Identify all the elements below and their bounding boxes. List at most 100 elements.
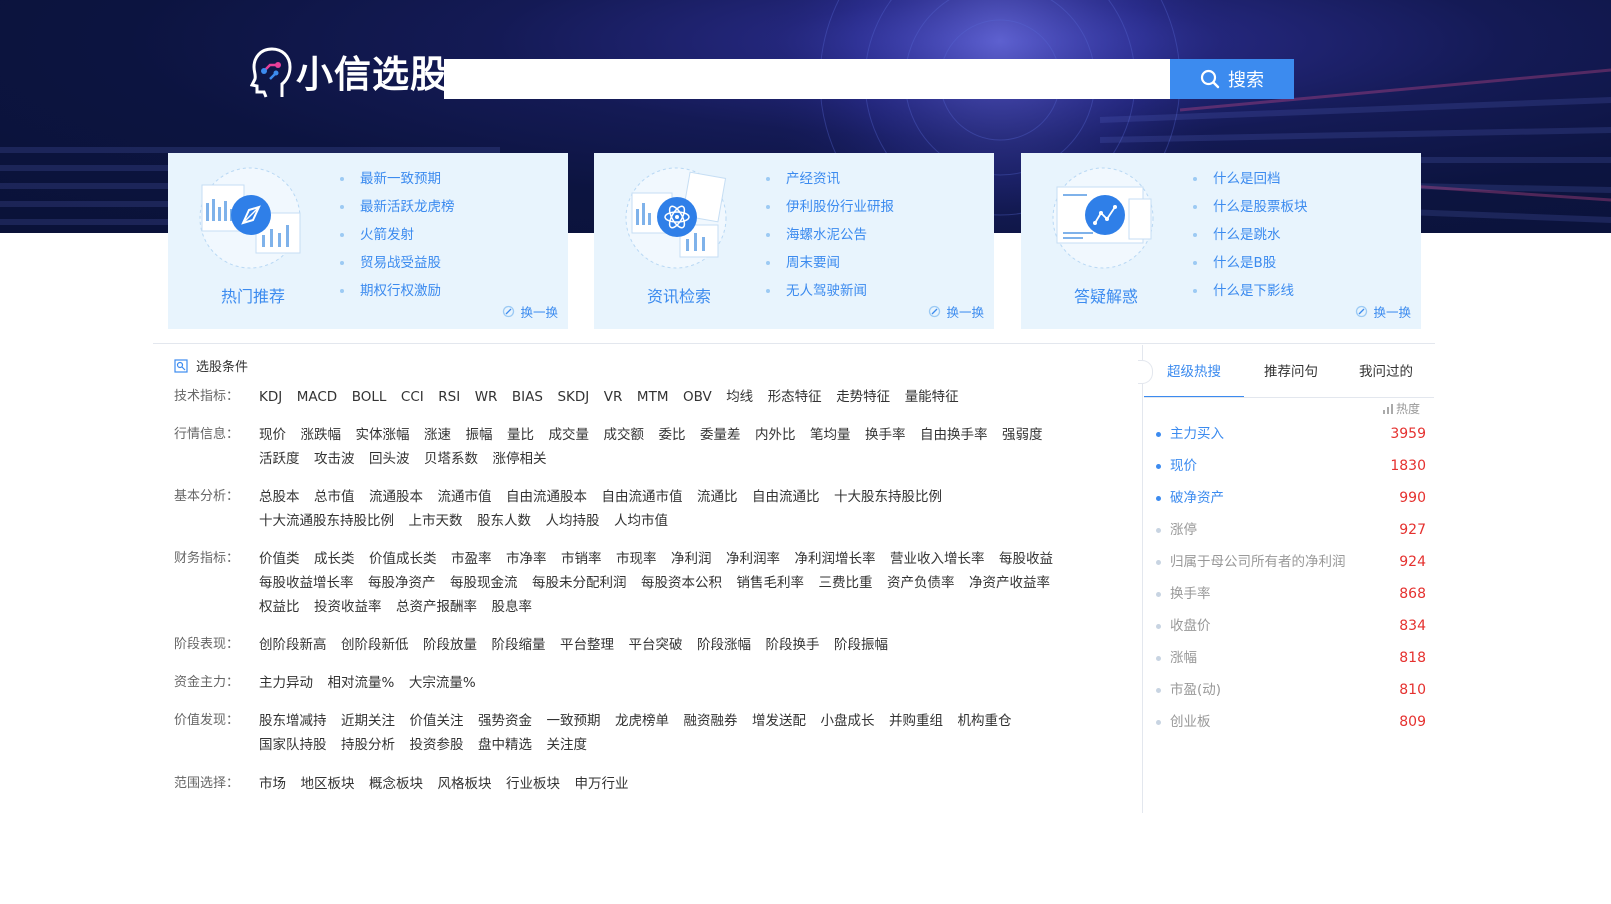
condition-item[interactable]: 一致预期: [547, 709, 601, 733]
tab-super-hot[interactable]: 超级热搜: [1144, 352, 1244, 396]
condition-item[interactable]: 均线: [726, 385, 753, 409]
condition-item[interactable]: 总股本: [259, 485, 300, 509]
condition-item[interactable]: 阶段涨幅: [697, 633, 751, 657]
condition-item[interactable]: 走势特征: [836, 385, 890, 409]
condition-item[interactable]: 涨速: [424, 423, 451, 447]
hot-search-item[interactable]: 归属于母公司所有者的净利润 924: [1152, 546, 1432, 578]
condition-item[interactable]: 持股分析: [341, 733, 395, 757]
condition-item[interactable]: 每股未分配利润: [532, 571, 627, 595]
condition-item[interactable]: 上市天数: [409, 509, 463, 533]
condition-item[interactable]: 概念板块: [369, 772, 423, 796]
hot-search-item[interactable]: 市盈(动) 810: [1152, 674, 1432, 706]
condition-item[interactable]: 小盘成长: [821, 709, 875, 733]
condition-item[interactable]: 十大流通股东持股比例: [259, 509, 394, 533]
condition-item[interactable]: 股东人数: [477, 509, 531, 533]
condition-item[interactable]: 自由换手率: [920, 423, 988, 447]
condition-item[interactable]: 增发送配: [752, 709, 806, 733]
condition-item[interactable]: 近期关注: [341, 709, 395, 733]
condition-item[interactable]: 自由流通股本: [506, 485, 587, 509]
hot-search-item[interactable]: 涨幅 818: [1152, 642, 1432, 674]
condition-item[interactable]: 国家队持股: [259, 733, 327, 757]
condition-item[interactable]: RSI: [438, 385, 460, 409]
condition-item[interactable]: 三费比重: [819, 571, 873, 595]
tab-my-history[interactable]: 我问过的: [1338, 352, 1434, 396]
condition-item[interactable]: 振幅: [466, 423, 493, 447]
condition-item[interactable]: 阶段缩量: [492, 633, 546, 657]
condition-item[interactable]: 每股收益增长率: [259, 571, 354, 595]
hot-search-item[interactable]: 现价 1830: [1152, 450, 1432, 482]
condition-item[interactable]: 阶段振幅: [834, 633, 888, 657]
condition-item[interactable]: MACD: [297, 385, 337, 409]
card-link[interactable]: 伊利股份行业研报: [764, 193, 894, 221]
hot-search-item[interactable]: 破净资产 990: [1152, 482, 1432, 514]
condition-item[interactable]: 量能特征: [905, 385, 959, 409]
condition-item[interactable]: 换手率: [865, 423, 906, 447]
condition-item[interactable]: 机构重仓: [958, 709, 1012, 733]
condition-item[interactable]: 流通市值: [438, 485, 492, 509]
condition-item[interactable]: 市场: [259, 772, 286, 796]
search-input[interactable]: [444, 59, 1170, 99]
card-link[interactable]: 海螺水泥公告: [764, 221, 894, 249]
condition-item[interactable]: 投资收益率: [314, 595, 382, 619]
condition-item[interactable]: 市盈率: [451, 547, 492, 571]
condition-item[interactable]: 投资参股: [410, 733, 464, 757]
condition-item[interactable]: 阶段放量: [423, 633, 477, 657]
condition-item[interactable]: 笔均量: [810, 423, 851, 447]
condition-item[interactable]: 平台整理: [560, 633, 614, 657]
card-link[interactable]: 贸易战受益股: [338, 249, 455, 277]
card-link[interactable]: 最新一致预期: [338, 165, 455, 193]
condition-item[interactable]: 自由流通比: [752, 485, 820, 509]
condition-item[interactable]: 申万行业: [575, 772, 629, 796]
condition-item[interactable]: 净资产收益率: [969, 571, 1050, 595]
condition-item[interactable]: 创阶段新高: [259, 633, 327, 657]
condition-item[interactable]: 量比: [507, 423, 534, 447]
card-link[interactable]: 什么是下影线: [1191, 277, 1308, 305]
condition-item[interactable]: 每股收益: [999, 547, 1053, 571]
condition-item[interactable]: 每股资本公积: [641, 571, 722, 595]
condition-item[interactable]: 融资融券: [684, 709, 738, 733]
condition-item[interactable]: 自由流通市值: [602, 485, 683, 509]
card-link[interactable]: 最新活跃龙虎榜: [338, 193, 455, 221]
condition-item[interactable]: 阶段换手: [766, 633, 820, 657]
condition-item[interactable]: 股息率: [492, 595, 533, 619]
condition-item[interactable]: 净利润率: [726, 547, 780, 571]
search-button[interactable]: 搜索: [1170, 59, 1294, 99]
condition-item[interactable]: 流通比: [697, 485, 738, 509]
condition-item[interactable]: 每股现金流: [450, 571, 518, 595]
card-link[interactable]: 什么是跳水: [1191, 221, 1308, 249]
condition-item[interactable]: 回头波: [369, 447, 410, 471]
condition-item[interactable]: 实体涨幅: [356, 423, 410, 447]
condition-item[interactable]: 委比: [659, 423, 686, 447]
condition-item[interactable]: 并购重组: [889, 709, 943, 733]
condition-item[interactable]: 涨停相关: [493, 447, 547, 471]
refresh-button[interactable]: 换一换: [1355, 302, 1411, 321]
condition-item[interactable]: 价值关注: [410, 709, 464, 733]
card-link[interactable]: 产经资讯: [764, 165, 894, 193]
card-link[interactable]: 火箭发射: [338, 221, 455, 249]
condition-item[interactable]: 贝塔系数: [424, 447, 478, 471]
condition-item[interactable]: WR: [475, 385, 498, 409]
card-link[interactable]: 什么是回档: [1191, 165, 1308, 193]
card-link[interactable]: 什么是B股: [1191, 249, 1308, 277]
card-link[interactable]: 期权行权激励: [338, 277, 455, 305]
condition-item[interactable]: 市现率: [616, 547, 657, 571]
tab-recommended[interactable]: 推荐问句: [1244, 352, 1338, 396]
condition-item[interactable]: 现价: [259, 423, 286, 447]
condition-item[interactable]: 大宗流量%: [409, 671, 476, 695]
condition-item[interactable]: 成交量: [549, 423, 590, 447]
refresh-button[interactable]: 换一换: [928, 302, 984, 321]
condition-item[interactable]: 价值类: [259, 547, 300, 571]
condition-item[interactable]: 盘中精选: [478, 733, 532, 757]
hot-search-item[interactable]: 创业板 809: [1152, 706, 1432, 738]
condition-item[interactable]: 形态特征: [768, 385, 822, 409]
condition-item[interactable]: MTM: [637, 385, 669, 409]
condition-item[interactable]: 龙虎榜单: [615, 709, 669, 733]
condition-item[interactable]: 总资产报酬率: [396, 595, 477, 619]
condition-item[interactable]: 强弱度: [1002, 423, 1043, 447]
condition-item[interactable]: 人均持股: [546, 509, 600, 533]
hot-search-item[interactable]: 涨停 927: [1152, 514, 1432, 546]
condition-item[interactable]: 权益比: [259, 595, 300, 619]
condition-item[interactable]: 销售毛利率: [737, 571, 805, 595]
condition-item[interactable]: 成交额: [604, 423, 645, 447]
condition-item[interactable]: 内外比: [755, 423, 796, 447]
